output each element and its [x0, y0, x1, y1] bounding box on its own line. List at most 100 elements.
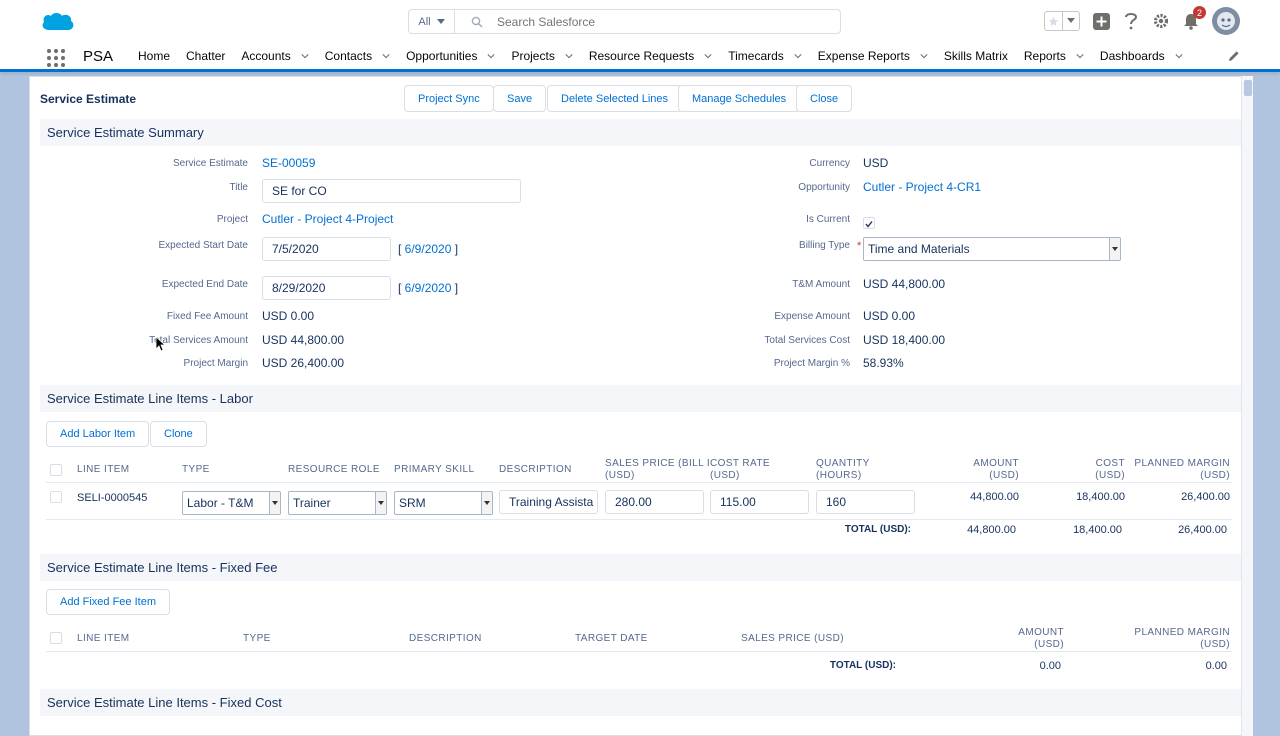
expected-end-date-input[interactable]: 8/29/2020 — [262, 276, 391, 300]
nav-item-skills-matrix[interactable]: Skills Matrix — [944, 49, 1008, 63]
search-scope-label: All — [418, 15, 431, 28]
project-margin-label: Project Margin — [183, 358, 248, 369]
notifications-bell-icon[interactable]: 2 — [1182, 6, 1206, 30]
labor-col-primary-skill: PRIMARY SKILL — [394, 464, 475, 475]
row-select-checkbox[interactable] — [50, 491, 62, 503]
gear-icon[interactable] — [1152, 12, 1170, 30]
nav-item-projects[interactable]: Projects — [511, 48, 573, 63]
nav-item-reports[interactable]: Reports — [1024, 49, 1084, 63]
is-current-label: Is Current — [806, 214, 850, 225]
labor-col-cost: COST (USD) — [1095, 458, 1125, 481]
expected-start-date-label: Expected Start Date — [158, 240, 249, 251]
ff-col-amount: AMOUNT (USD) — [1018, 627, 1064, 650]
labor-col-line-item: LINE ITEM — [77, 464, 130, 475]
chevron-down-icon[interactable] — [565, 52, 573, 60]
global-actions-plus-icon[interactable] — [1092, 12, 1110, 30]
nav-item-expense-reports[interactable]: Expense Reports — [818, 49, 928, 63]
title-label: Title — [229, 182, 248, 193]
project-margin-pct-value: 58.93% — [863, 356, 904, 370]
user-avatar[interactable] — [1212, 7, 1240, 35]
service-estimate-link[interactable]: SE-00059 — [262, 156, 315, 170]
nav-item-label: Projects — [511, 48, 555, 63]
billing-type-label: Billing Type — [799, 240, 850, 251]
ff-total-label: TOTAL (USD): — [829, 660, 896, 671]
quantity-input[interactable]: 160 — [816, 490, 915, 514]
chevron-down-icon[interactable] — [794, 52, 802, 60]
favorites-list-chevron-icon[interactable] — [1062, 12, 1079, 30]
opportunity-link[interactable]: Cutler - Project 4-CR1 — [863, 180, 981, 194]
nav-item-dashboards[interactable]: Dashboards — [1100, 49, 1183, 63]
labor-col-sales-price: SALES PRICE (BILL I (USD) — [605, 458, 711, 481]
billing-type-select[interactable]: Time and Materials — [863, 237, 1121, 261]
chevron-down-icon[interactable] — [301, 52, 309, 60]
expected-start-date-input[interactable]: 7/5/2020 — [262, 237, 391, 261]
nav-item-opportunities[interactable]: Opportunities — [406, 49, 496, 63]
dropdown-arrow-icon — [1109, 238, 1120, 260]
description-input[interactable]: Training Assista — [499, 490, 598, 514]
search-scope-dropdown[interactable]: All — [409, 10, 455, 33]
ff-col-target-date: TARGET DATE — [575, 633, 648, 644]
labor-col-cost-rate: COST RATE (USD) — [710, 458, 770, 481]
nav-item-resource-requests[interactable]: Resource Requests — [589, 49, 712, 63]
salesforce-logo-icon[interactable] — [40, 10, 76, 34]
start-date-today-link[interactable]: 6/9/2020 — [405, 242, 452, 256]
nav-item-home[interactable]: Home — [138, 49, 170, 63]
nav-item-timecards[interactable]: Timecards — [728, 49, 802, 63]
nav-item-label: Chatter — [186, 48, 226, 63]
search-input[interactable] — [497, 14, 817, 29]
fixed-fee-section-header: Service Estimate Line Items - Fixed Fee — [40, 554, 1242, 581]
search-icon — [471, 16, 483, 27]
close-button[interactable]: Close — [796, 85, 853, 112]
help-icon[interactable] — [1122, 12, 1140, 30]
ff-header-divider — [46, 651, 1232, 652]
project-link[interactable]: Cutler - Project 4-Project — [262, 212, 393, 226]
delete-selected-lines-button[interactable]: Delete Selected Lines — [547, 85, 683, 112]
chevron-down-icon[interactable] — [382, 52, 390, 60]
service-estimate-label: Service Estimate — [172, 158, 248, 169]
app-launcher-waffle-icon[interactable] — [47, 49, 65, 67]
vertical-scrollbar[interactable] — [1241, 76, 1253, 736]
chevron-down-icon[interactable] — [487, 52, 496, 60]
labor-col-type: TYPE — [182, 464, 210, 475]
primary-skill-select[interactable]: SRM — [394, 491, 493, 515]
nav-item-accounts[interactable]: Accounts — [241, 49, 309, 63]
scrollbar-thumb[interactable] — [1244, 80, 1252, 96]
cost-rate-input[interactable]: 115.00 — [710, 490, 809, 514]
end-date-today-link[interactable]: 6/9/2020 — [405, 281, 452, 295]
edit-nav-pencil-icon[interactable] — [1228, 50, 1240, 62]
ff-col-type: TYPE — [243, 633, 271, 644]
save-button[interactable]: Save — [493, 85, 547, 112]
clone-button[interactable]: Clone — [150, 421, 207, 447]
labor-section-header: Service Estimate Line Items - Labor — [40, 385, 1242, 412]
nav-item-contacts[interactable]: Contacts — [325, 49, 390, 63]
chevron-down-icon[interactable] — [920, 52, 928, 60]
is-current-checkbox[interactable] — [863, 217, 875, 229]
fixed-fee-select-all-checkbox[interactable] — [50, 632, 62, 644]
manage-schedules-button[interactable]: Manage Schedules — [678, 85, 801, 112]
nav-item-chatter[interactable]: Chatter — [186, 49, 225, 63]
end-today-link-wrap: [ 6/9/2020 ] — [398, 281, 459, 295]
fixed-fee-amount-value: USD 0.00 — [262, 309, 315, 323]
add-labor-item-button[interactable]: Add Labor Item — [46, 421, 150, 447]
global-search: All — [408, 9, 841, 34]
type-select[interactable]: Labor - T&M — [182, 491, 281, 515]
chevron-down-icon[interactable] — [1175, 52, 1183, 60]
row-amount: 44,800.00 — [970, 491, 1019, 503]
fixed-cost-section-header: Service Estimate Line Items - Fixed Cost — [40, 689, 1242, 716]
project-label: Project — [216, 214, 248, 225]
nav-items: Home Chatter Accounts Contacts Opportunities… — [138, 42, 1199, 69]
sales-price-input[interactable]: 280.00 — [605, 490, 704, 514]
expense-amount-value: USD 0.00 — [863, 309, 916, 323]
labor-col-description: DESCRIPTION — [499, 464, 572, 475]
add-fixed-fee-item-button[interactable]: Add Fixed Fee Item — [46, 589, 170, 615]
star-icon[interactable] — [1045, 12, 1062, 30]
resource-role-select[interactable]: Trainer — [288, 491, 387, 515]
chevron-down-icon[interactable] — [1076, 52, 1084, 60]
project-sync-button[interactable]: Project Sync — [404, 85, 494, 112]
line-item-link[interactable]: SELI-0000545 — [77, 492, 147, 504]
chevron-down-icon[interactable] — [704, 52, 712, 60]
labor-select-all-checkbox[interactable] — [50, 464, 62, 476]
project-margin-pct-label: Project Margin % — [773, 358, 850, 369]
title-input[interactable]: SE for CO — [262, 179, 521, 203]
mouse-cursor-icon — [155, 336, 166, 352]
